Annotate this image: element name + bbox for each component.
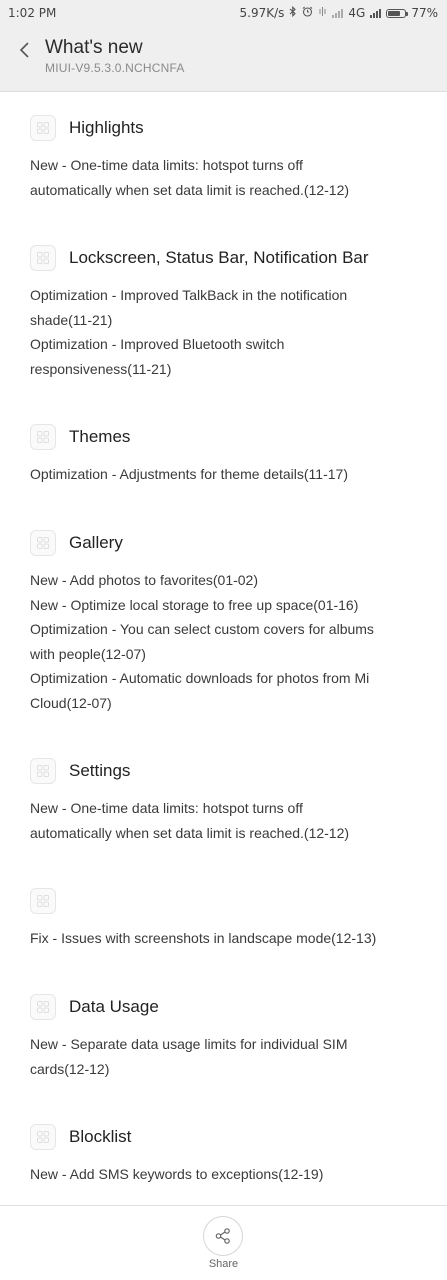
change-line: automatically when set data limit is rea…: [30, 181, 350, 198]
section-changes: New - Add photos to favorites(01-02) New…: [30, 568, 430, 715]
status-indicators: 5.97K/s 4G 77%: [239, 5, 438, 20]
app-placeholder-icon: [30, 115, 56, 141]
changelog-section-data-usage: Data Usage New - Separate data usage lim…: [30, 993, 430, 1081]
status-time: 1:02 PM: [8, 6, 57, 20]
section-changes: New - One-time data limits: hotspot turn…: [30, 796, 430, 845]
change-line: Cloud(12-07): [30, 694, 112, 711]
share-button[interactable]: [203, 1216, 243, 1256]
change-line: Fix - Issues with screenshots in landsca…: [30, 930, 377, 946]
app-placeholder-icon: [30, 994, 56, 1020]
section-title: Lockscreen, Status Bar, Notification Bar: [69, 248, 369, 267]
section-changes: Optimization - Adjustments for theme det…: [30, 462, 430, 487]
change-line: Optimization - You can select custom cov…: [30, 621, 374, 637]
section-changes: Fix - Issues with screenshots in landsca…: [30, 926, 430, 951]
section-header: Settings: [30, 757, 430, 785]
battery-percent: 77%: [411, 6, 438, 20]
change-line: New - Add photos to favorites(01-02): [30, 572, 259, 588]
battery-icon: [386, 8, 409, 18]
change-line: cards(12-12): [30, 1060, 110, 1077]
section-title: Highlights: [69, 118, 144, 137]
section-header: Lockscreen, Status Bar, Notification Bar: [30, 244, 430, 272]
change-line: Optimization - Improved TalkBack in the …: [30, 287, 348, 303]
changelog-section-untitled: Fix - Issues with screenshots in landsca…: [30, 887, 430, 951]
version-subtitle: MIUI-V9.5.3.0.NCHCNFA: [45, 61, 185, 75]
changelog-section-themes: Themes Optimization - Adjustments for th…: [30, 423, 430, 487]
change-line: New - Optimize local storage to free up …: [30, 596, 359, 613]
section-title: Themes: [69, 427, 131, 446]
section-header: Gallery: [30, 529, 430, 557]
change-line: Optimization - Improved Bluetooth switch: [30, 336, 285, 352]
section-title: Blocklist: [69, 1127, 132, 1146]
section-header: Blocklist: [30, 1123, 430, 1151]
header: What's new MIUI-V9.5.3.0.NCHCNFA: [0, 26, 447, 92]
back-button[interactable]: [10, 34, 38, 66]
app-placeholder-icon: [30, 758, 56, 784]
section-changes: Optimization - Improved TalkBack in the …: [30, 283, 430, 381]
section-title: Data Usage: [69, 997, 159, 1016]
changelog-section-blocklist: Blocklist New - Add SMS keywords to exce…: [30, 1123, 430, 1187]
change-line: New - Separate data usage limits for ind…: [30, 1036, 348, 1052]
bluetooth-icon: [289, 5, 297, 20]
signal-icon: [370, 8, 382, 18]
network-type: 4G: [348, 6, 366, 20]
signal-icon: [332, 8, 344, 18]
section-changes: New - Separate data usage limits for ind…: [30, 1032, 430, 1081]
changelog-section-lockscreen: Lockscreen, Status Bar, Notification Bar…: [30, 244, 430, 381]
change-line: automatically when set data limit is rea…: [30, 824, 350, 841]
section-header: [30, 887, 430, 915]
section-header: Highlights: [30, 114, 430, 142]
change-line: New - One-time data limits: hotspot turn…: [30, 157, 303, 173]
page-title: What's new: [45, 37, 143, 58]
network-speed: 5.97K/s: [239, 6, 285, 20]
app-placeholder-icon: [30, 530, 56, 556]
bottom-action-bar: Share: [0, 1205, 447, 1280]
change-line: Optimization - Automatic downloads for p…: [30, 670, 370, 686]
vibrate-icon: [318, 6, 327, 20]
change-line: New - Add SMS keywords to exceptions(12-…: [30, 1166, 324, 1182]
change-line: with people(12-07): [30, 645, 146, 662]
changelog-section-highlights: Highlights New - One-time data limits: h…: [30, 114, 430, 202]
alarm-icon: [302, 6, 313, 20]
app-placeholder-icon: [30, 888, 56, 914]
section-changes: New - One-time data limits: hotspot turn…: [30, 153, 430, 202]
changelog-section-settings: Settings New - One-time data limits: hot…: [30, 757, 430, 845]
section-title: Settings: [69, 761, 131, 780]
share-label[interactable]: Share: [0, 1258, 447, 1270]
battery-level-fill: [388, 10, 401, 16]
changelog-section-gallery: Gallery New - Add photos to favorites(01…: [30, 529, 430, 715]
change-line: responsiveness(11-21): [30, 360, 172, 377]
section-header: Data Usage: [30, 993, 430, 1021]
change-line: shade(11-21): [30, 311, 113, 328]
section-title: Gallery: [69, 533, 123, 552]
app-placeholder-icon: [30, 1124, 56, 1150]
change-line: New - One-time data limits: hotspot turn…: [30, 800, 303, 816]
change-line: Optimization - Adjustments for theme det…: [30, 466, 348, 482]
chevron-left-icon: [19, 42, 29, 58]
share-icon: [215, 1228, 230, 1244]
app-placeholder-icon: [30, 424, 56, 450]
status-bar: 1:02 PM 5.97K/s 4G 77%: [0, 0, 447, 26]
section-header: Themes: [30, 423, 430, 451]
app-placeholder-icon: [30, 245, 56, 271]
section-changes: New - Add SMS keywords to exceptions(12-…: [30, 1162, 430, 1187]
